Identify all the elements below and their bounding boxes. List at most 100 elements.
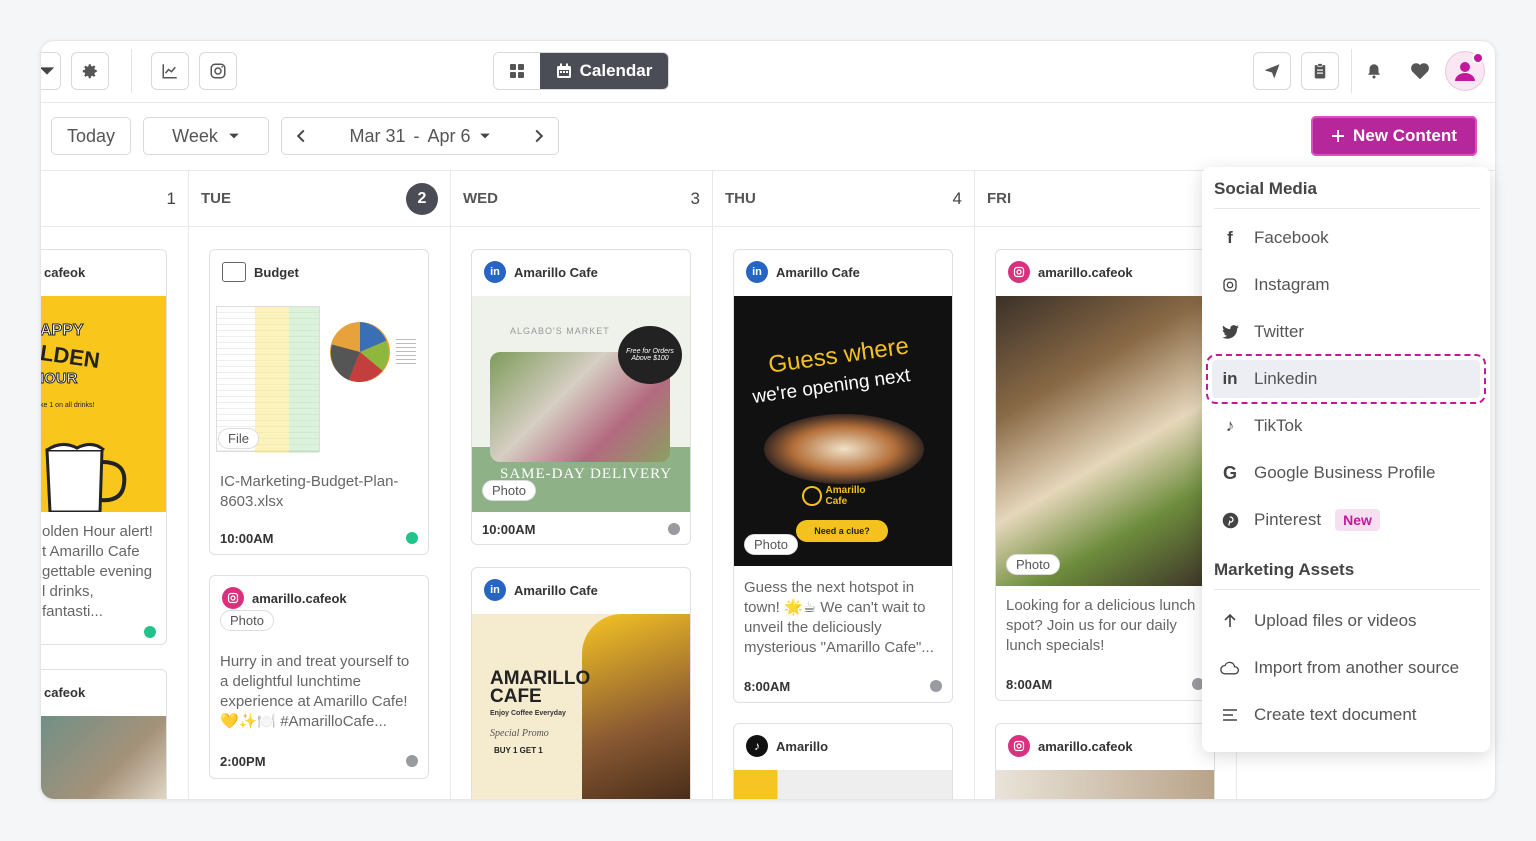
menu-item-pinterest[interactable]: Pinterest New bbox=[1212, 501, 1480, 539]
image-promo: Special Promo bbox=[490, 728, 549, 739]
instagram-icon bbox=[222, 587, 244, 609]
content-type-tag: Photo bbox=[482, 480, 536, 501]
send-button[interactable] bbox=[1253, 52, 1291, 90]
menu-item-upload[interactable]: Upload files or videos bbox=[1212, 602, 1480, 640]
account-name: amarillo.cafeok bbox=[1038, 264, 1133, 280]
date-range-end: Apr 6 bbox=[427, 125, 471, 146]
tiktok-icon: ♪ bbox=[1225, 416, 1235, 435]
image-offer: BUY 1 GET 1 bbox=[494, 746, 543, 755]
text-lines-icon bbox=[1220, 705, 1240, 725]
post-card[interactable] bbox=[209, 799, 429, 800]
day-header-thu: THU 4 bbox=[713, 171, 975, 227]
linkedin-icon: in bbox=[484, 261, 506, 283]
menu-section-title: Social Media bbox=[1214, 179, 1317, 198]
twitter-icon bbox=[1220, 322, 1240, 342]
card-header: in Amarillo Cafe bbox=[472, 568, 690, 612]
post-card[interactable]: amarillo.cafeok Photo Hurry in and treat… bbox=[209, 575, 429, 779]
chevron-right-icon[interactable] bbox=[532, 129, 546, 143]
card-header: Budget bbox=[210, 250, 428, 294]
new-badge: New bbox=[1335, 509, 1380, 531]
new-content-label: New Content bbox=[1353, 126, 1457, 145]
view-toggle: Calendar bbox=[493, 52, 669, 90]
instagram-button[interactable] bbox=[199, 52, 237, 90]
grid-icon bbox=[510, 64, 524, 78]
highlight-column bbox=[289, 307, 319, 453]
today-button[interactable]: Today bbox=[51, 117, 131, 155]
post-card[interactable]: in Amarillo Cafe ALGABO'S MARKET Free fo… bbox=[471, 249, 691, 545]
menu-item-import[interactable]: Import from another source bbox=[1212, 649, 1480, 687]
favorites-button[interactable] bbox=[1401, 52, 1439, 90]
image-brand: ALGABO'S MARKET bbox=[510, 326, 610, 336]
cloud-icon bbox=[1220, 658, 1240, 678]
content-type-tag: Photo bbox=[220, 610, 274, 631]
caret-down-icon bbox=[229, 133, 239, 139]
content-type-tag: Photo bbox=[744, 534, 798, 555]
chevron-left-icon[interactable] bbox=[294, 129, 308, 143]
menu-item-instagram[interactable]: Instagram bbox=[1212, 266, 1480, 304]
menu-item-label: Twitter bbox=[1254, 322, 1305, 341]
date-range-selector: Mar 31 - Apr 6 bbox=[281, 117, 559, 155]
post-image bbox=[734, 770, 952, 799]
instagram-icon bbox=[1220, 275, 1240, 295]
range-mode-select[interactable]: Week bbox=[143, 117, 269, 155]
facebook-icon: f bbox=[1227, 228, 1233, 247]
tiktok-icon: ♪ bbox=[746, 735, 768, 757]
settings-button[interactable] bbox=[71, 52, 109, 90]
menu-item-google-business[interactable]: G Google Business Profile bbox=[1212, 454, 1480, 492]
day-number: 3 bbox=[690, 188, 700, 208]
file-card[interactable]: Budget File IC-Marketing-Budget-Plan-860… bbox=[209, 249, 429, 555]
user-avatar[interactable] bbox=[1445, 51, 1485, 91]
clipboard-button[interactable] bbox=[1301, 52, 1339, 90]
plus-icon bbox=[1332, 130, 1345, 142]
card-header: amarillo.cafeok bbox=[996, 250, 1214, 294]
post-card[interactable]: ♪ Amarillo bbox=[733, 723, 953, 799]
content-type-tag: File bbox=[218, 428, 259, 449]
post-card[interactable]: cafeok APPY LDEN IOUR ke 1 on all drinks… bbox=[40, 249, 167, 645]
image-brand-logo: Amarillo Cafe bbox=[802, 484, 888, 508]
date-range-display[interactable]: Mar 31 - Apr 6 bbox=[349, 126, 490, 147]
dropdown-button[interactable] bbox=[41, 52, 61, 90]
post-time: 10:00AM bbox=[482, 522, 536, 537]
menu-item-create-text[interactable]: Create text document bbox=[1212, 696, 1480, 734]
post-caption: Looking for a delicious lunch spot? Join… bbox=[1006, 597, 1196, 654]
post-time: 10:00AM bbox=[220, 531, 274, 546]
post-caption: olden Hour alert! t Amarillo Cafe gettab… bbox=[42, 523, 153, 620]
notification-dot bbox=[1472, 52, 1484, 64]
google-icon: G bbox=[1222, 462, 1237, 483]
image-subtitle: Enjoy Coffee Everyday bbox=[490, 710, 566, 717]
menu-item-label: Facebook bbox=[1254, 228, 1329, 247]
menu-item-twitter[interactable]: Twitter bbox=[1212, 313, 1480, 351]
account-name: Amarillo bbox=[776, 738, 829, 754]
post-time: 8:00AM bbox=[1006, 677, 1053, 692]
today-label: Today bbox=[66, 125, 116, 146]
menu-section-title: Marketing Assets bbox=[1214, 560, 1355, 579]
post-caption: Hurry in and treat yourself to a delight… bbox=[220, 653, 410, 730]
new-content-button[interactable]: New Content bbox=[1311, 116, 1477, 156]
new-content-menu: Social Media f Facebook Instagram Twitte… bbox=[1202, 167, 1490, 752]
post-card[interactable]: in Amarillo Cafe Guess where we're openi… bbox=[733, 249, 953, 703]
menu-item-label: Upload files or videos bbox=[1254, 611, 1417, 630]
image-text: LDEN bbox=[40, 339, 102, 374]
post-card[interactable]: amarillo.cafeok Photo Looking for a deli… bbox=[995, 249, 1215, 701]
calendar-view-button[interactable]: Calendar bbox=[540, 53, 668, 89]
analytics-button[interactable] bbox=[151, 52, 189, 90]
instagram-icon bbox=[1008, 735, 1030, 757]
card-header: in Amarillo Cafe bbox=[734, 250, 952, 294]
grid-view-button[interactable] bbox=[494, 53, 540, 89]
notifications-button[interactable] bbox=[1355, 52, 1393, 90]
day-name: TUE bbox=[201, 190, 231, 207]
post-card[interactable]: cafeok bbox=[41, 669, 167, 799]
menu-item-facebook[interactable]: f Facebook bbox=[1212, 219, 1480, 257]
card-header: amarillo.cafeok bbox=[996, 724, 1214, 768]
date-range-start: Mar 31 bbox=[349, 125, 406, 146]
status-dot bbox=[144, 626, 156, 638]
menu-item-linkedin[interactable]: in Linkedin bbox=[1206, 354, 1486, 404]
menu-item-label: Pinterest bbox=[1254, 510, 1322, 529]
menu-item-tiktok[interactable]: ♪ TikTok bbox=[1212, 407, 1480, 445]
content-type-tag: Photo bbox=[1006, 554, 1060, 575]
post-card[interactable]: in Amarillo Cafe AMARILLO CAFE Enjoy Cof… bbox=[471, 567, 691, 799]
instagram-icon bbox=[1008, 261, 1030, 283]
post-card[interactable]: amarillo.cafeok bbox=[995, 723, 1215, 799]
day-header-wed: WED 3 bbox=[451, 171, 713, 227]
instagram-icon bbox=[210, 63, 226, 79]
